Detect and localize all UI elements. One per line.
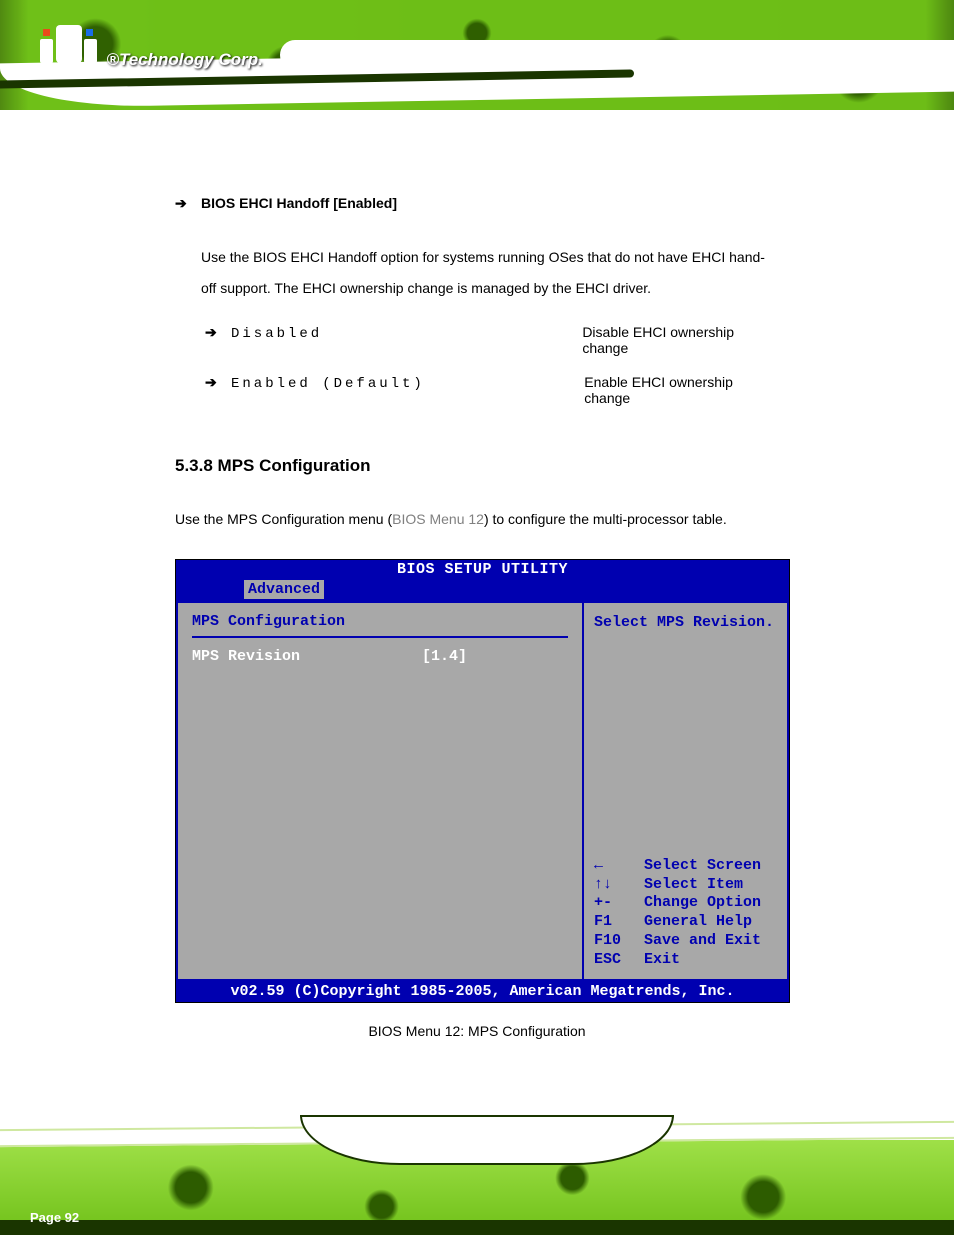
section-para-prefix: Use the MPS Configuration menu ( xyxy=(175,511,392,527)
section-para-ref: BIOS Menu 12 xyxy=(392,511,484,527)
bios-help-row: ↑↓ Select Item xyxy=(594,876,777,895)
bios-help-action: Change Option xyxy=(644,894,761,913)
arrow-right-icon: ➔ xyxy=(205,324,231,341)
logo-text: ®Technology Corp. xyxy=(106,50,262,70)
bios-help-key: F10 xyxy=(594,932,644,951)
bios-help-action: Save and Exit xyxy=(644,932,761,951)
option-value-row: ➔ Enabled (Default) Enable EHCI ownershi… xyxy=(205,374,779,406)
bottom-banner: Page 92 xyxy=(0,1115,954,1235)
bios-help-key: ← xyxy=(594,857,644,876)
bios-tab-advanced: Advanced xyxy=(244,580,324,599)
bios-help-action: Select Item xyxy=(644,876,743,895)
bottom-white-swoosh xyxy=(300,1115,674,1165)
bios-menu-bar: Advanced xyxy=(176,579,789,601)
bios-setting-row: MPS Revision [1.4] xyxy=(192,648,568,665)
bios-help-row: F1 General Help xyxy=(594,913,777,932)
bottom-dark-edge xyxy=(0,1220,954,1235)
bios-help-key: ESC xyxy=(594,951,644,970)
bios-help-keys: ← Select Screen ↑↓ Select Item +- Change… xyxy=(594,857,777,970)
bios-right-pane: Select MPS Revision. ← Select Screen ↑↓ … xyxy=(584,603,789,979)
bios-help-row: F10 Save and Exit xyxy=(594,932,777,951)
option-heading-row: ➔ BIOS EHCI Handoff [Enabled] xyxy=(175,195,779,212)
bios-help-key: +- xyxy=(594,894,644,913)
bios-help-action: Exit xyxy=(644,951,680,970)
bios-help-row: ← Select Screen xyxy=(594,857,777,876)
arrow-right-icon: ➔ xyxy=(175,195,201,212)
option-description: Use the BIOS EHCI Handoff option for sys… xyxy=(201,242,779,304)
page-number: Page 92 xyxy=(30,1210,79,1225)
top-banner: ®Technology Corp. xyxy=(0,0,954,110)
bios-setting-value: [1.4] xyxy=(422,648,467,665)
bios-left-pane: MPS Configuration MPS Revision [1.4] xyxy=(176,603,584,979)
bios-help-action: General Help xyxy=(644,913,752,932)
bios-screenshot: BIOS SETUP UTILITY Advanced MPS Configur… xyxy=(175,559,790,1003)
section-heading: 5.3.8 MPS Configuration xyxy=(175,456,779,476)
logo: ®Technology Corp. xyxy=(40,25,263,70)
option-value-label: Enabled (Default) xyxy=(231,376,584,392)
bios-help-key: F1 xyxy=(594,913,644,932)
bios-footer: v02.59 (C)Copyright 1985-2005, American … xyxy=(176,981,789,1002)
bios-setting-label: MPS Revision xyxy=(192,648,422,665)
option-value-row: ➔ Disabled Disable EHCI ownership change xyxy=(205,324,779,356)
bios-help-text: Select MPS Revision. xyxy=(594,613,777,633)
bios-body: MPS Configuration MPS Revision [1.4] Sel… xyxy=(176,601,789,981)
section-paragraph: Use the MPS Configuration menu (BIOS Men… xyxy=(175,504,779,535)
bios-pane-title: MPS Configuration xyxy=(192,613,568,638)
bios-help-row: +- Change Option xyxy=(594,894,777,913)
bios-help-action: Select Screen xyxy=(644,857,761,876)
option-value-desc: Enable EHCI ownership change xyxy=(584,374,779,406)
bios-help-key: ↑↓ xyxy=(594,876,644,895)
option-heading: BIOS EHCI Handoff [Enabled] xyxy=(201,195,397,211)
section-para-suffix: ) to configure the multi-processor table… xyxy=(484,511,727,527)
option-value-desc: Disable EHCI ownership change xyxy=(582,324,779,356)
bios-caption: BIOS Menu 12: MPS Configuration xyxy=(175,1023,779,1039)
bios-help-row: ESC Exit xyxy=(594,951,777,970)
arrow-right-icon: ➔ xyxy=(205,374,231,391)
page-content: ➔ BIOS EHCI Handoff [Enabled] Use the BI… xyxy=(0,110,954,1039)
logo-icon xyxy=(40,25,98,70)
option-value-label: Disabled xyxy=(231,326,582,342)
bios-title: BIOS SETUP UTILITY xyxy=(176,560,789,579)
